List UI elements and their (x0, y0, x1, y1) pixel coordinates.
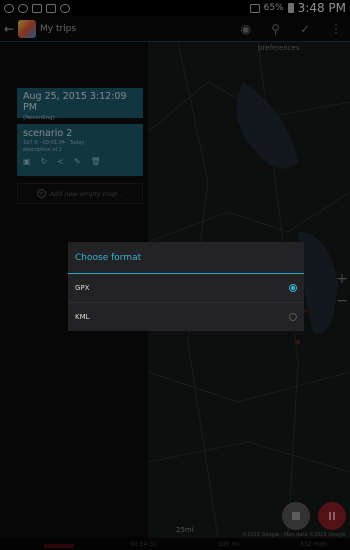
option-label: KML (75, 312, 90, 321)
radio-selected-icon[interactable] (289, 284, 297, 292)
dialog-title: Choose format (68, 242, 304, 274)
format-option-kml[interactable]: KML (68, 302, 304, 330)
radio-unselected-icon[interactable] (289, 312, 297, 321)
choose-format-dialog: Choose format GPX KML (68, 242, 304, 331)
format-option-gpx[interactable]: GPX (68, 274, 304, 302)
option-label: GPX (75, 284, 90, 292)
